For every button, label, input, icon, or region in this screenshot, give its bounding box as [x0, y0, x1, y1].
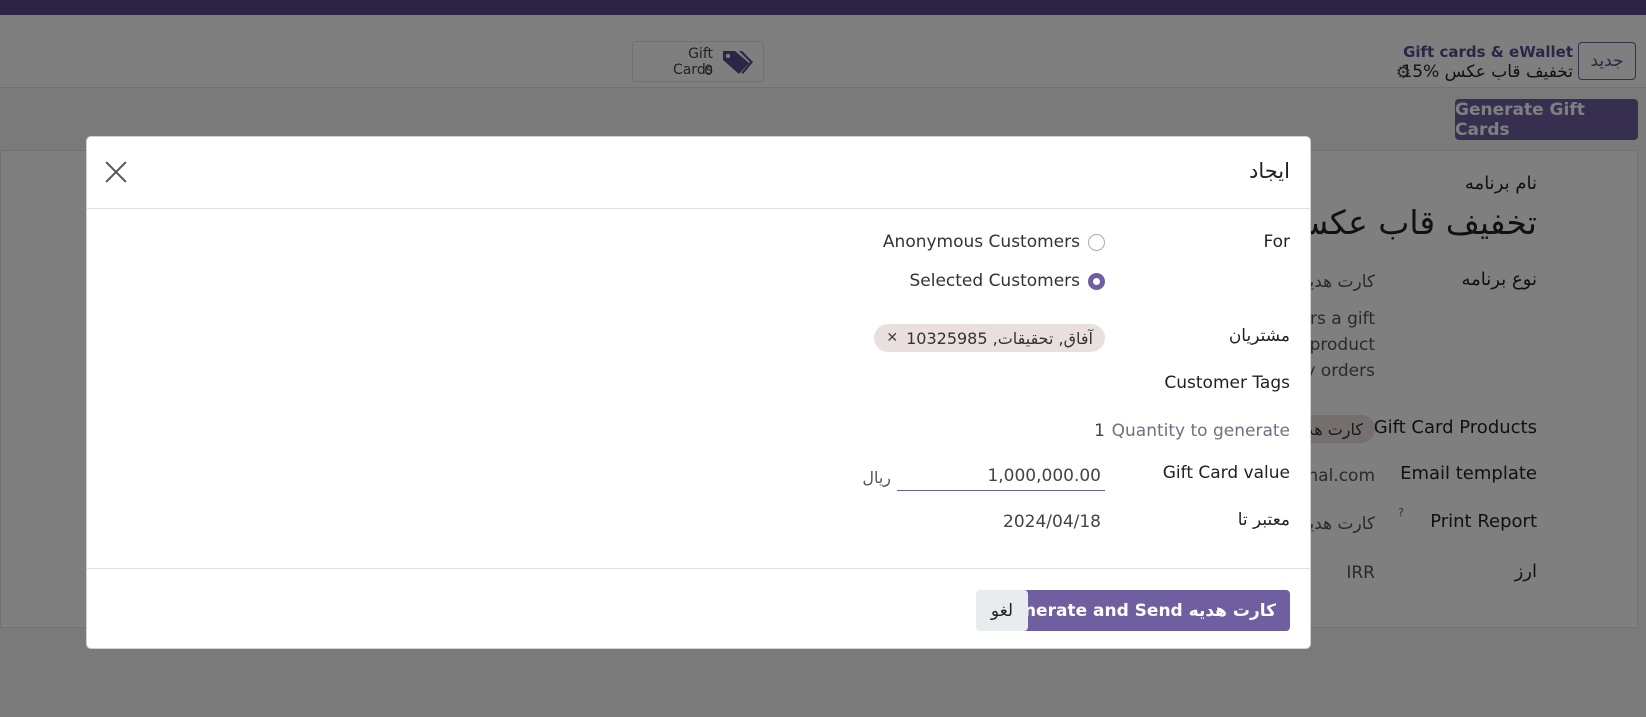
gift-card-value-input[interactable]: 1,000,000.00	[897, 464, 1105, 491]
customer-tag-label: آفاق, تحقیقات, 10325985	[906, 328, 1093, 348]
generate-and-send-button[interactable]: Generate and Send کارت هدیه	[984, 590, 1290, 631]
quantity-value: 1	[1094, 421, 1105, 441]
modal-title: ایجاد	[1249, 159, 1290, 183]
radio-label: Selected Customers	[909, 271, 1080, 291]
valid-until-input[interactable]: 2024/04/18	[1003, 512, 1101, 532]
generate-gift-cards-dialog: ایجاد For Anonymous Customers Selected C…	[86, 136, 1311, 649]
radio-button[interactable]	[1088, 272, 1105, 290]
customer-tags-label: Customer Tags	[1164, 373, 1290, 393]
close-icon[interactable]	[103, 159, 129, 185]
valid-until-label: معتبر تا	[1237, 510, 1290, 530]
radio-anonymous-customers[interactable]: Anonymous Customers	[883, 232, 1105, 252]
radio-label: Anonymous Customers	[882, 232, 1080, 252]
quantity-label: Quantity to generate	[1111, 421, 1290, 441]
currency-symbol: ریال	[862, 468, 891, 487]
modal-footer: Generate and Send کارت هدیه لغو	[87, 568, 1310, 650]
customers-label: مشتریان	[1228, 326, 1290, 346]
cancel-button[interactable]: لغو	[976, 590, 1028, 631]
customer-tag[interactable]: ✕ آفاق, تحقیقات, 10325985	[874, 324, 1105, 352]
for-label: For	[1263, 232, 1290, 252]
radio-selected-customers[interactable]: Selected Customers	[909, 271, 1105, 291]
radio-button[interactable]	[1088, 233, 1105, 251]
gift-card-value-label: Gift Card value	[1162, 463, 1290, 483]
remove-tag-icon[interactable]: ✕	[886, 330, 898, 346]
modal-header: ایجاد	[87, 137, 1310, 209]
